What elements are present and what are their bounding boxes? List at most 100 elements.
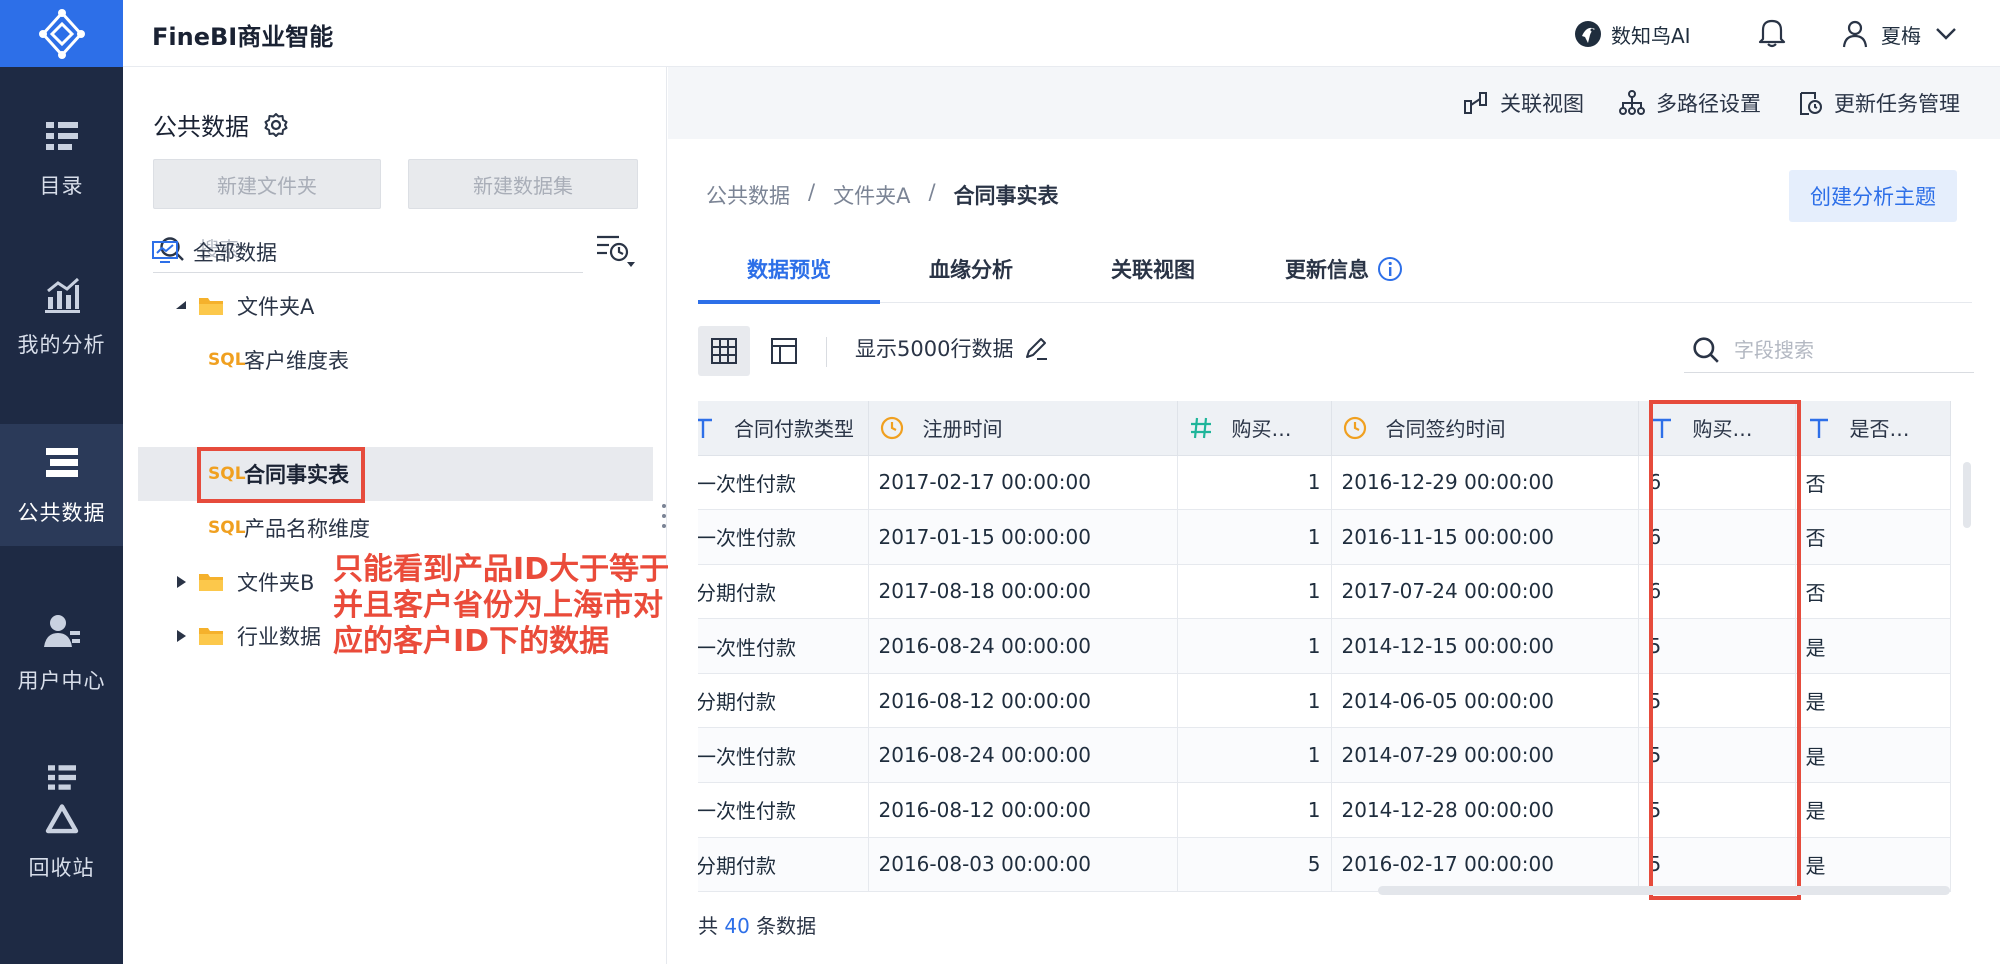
column-header[interactable]: 购买… (1177, 401, 1332, 456)
nav-label-user-center: 用户中心 (17, 669, 106, 693)
column-header[interactable]: 是否… (1795, 401, 1951, 456)
tab-update-info-label: 更新信息 (1285, 258, 1369, 282)
table-cell: 2016-02-17 00:00:00 (1331, 837, 1639, 893)
breadcrumb-folder[interactable]: 文件夹A (833, 180, 910, 210)
app-logo[interactable] (0, 0, 123, 67)
analysis-icon (44, 277, 80, 313)
table-cell: 2016-11-15 00:00:00 (1331, 509, 1639, 565)
nav-label-catalog: 目录 (39, 174, 84, 198)
relation-view-label: 关联视图 (1500, 92, 1584, 116)
text-type-icon (698, 418, 712, 438)
new-dataset-button[interactable]: 新建数据集 (408, 159, 638, 209)
field-search-input[interactable] (1734, 337, 1954, 362)
nav-item-my-analysis[interactable]: 我的分析 (0, 256, 123, 378)
column-header[interactable]: 合同付款类型 (698, 401, 869, 456)
sql-icon: SQL (208, 518, 246, 538)
task-clock-icon (1800, 92, 1822, 115)
logo-icon (38, 8, 85, 59)
table-cell: 2016-08-12 00:00:00 (868, 673, 1178, 729)
side-title: 公共数据 (153, 107, 289, 142)
nav-item-public-data[interactable]: 公共数据 (0, 424, 123, 546)
user-icon (1842, 20, 1868, 48)
annotation-line-1: 只能看到产品ID大于等于5 (333, 552, 690, 587)
clock-icon (880, 416, 903, 439)
table-cell: 2014-06-05 00:00:00 (1331, 673, 1639, 729)
table-cell: 6 (1638, 564, 1796, 620)
row-count-number: 40 (724, 914, 750, 938)
table-cell: 1 (1177, 509, 1332, 565)
nav-item-user-center[interactable]: 用户中心 (0, 592, 123, 714)
ai-assistant-button[interactable]: 数知鸟AI (1573, 14, 1691, 54)
nav-label-my-analysis: 我的分析 (17, 333, 106, 357)
sql-icon: SQL (208, 350, 246, 370)
vertical-scrollbar[interactable] (1963, 462, 1971, 528)
user-center-icon (43, 615, 80, 647)
edit-icon[interactable] (1023, 335, 1049, 361)
nav-item-recycle[interactable]: 回收站 (0, 760, 123, 882)
toolbar-divider (826, 337, 827, 367)
table-cell: 5 (1638, 837, 1796, 893)
table-cell: 2017-01-15 00:00:00 (868, 509, 1178, 565)
tab-relation-view[interactable]: 关联视图 (1062, 235, 1244, 303)
rows-display-setting[interactable]: 显示5000行数据 (855, 333, 1049, 363)
row-count-prefix: 共 (698, 914, 718, 938)
column-header[interactable]: 合同签约时间 (1331, 401, 1639, 456)
table-row: 一次性付款 2017-01-15 00:00:00 1 2016-11-15 0… (698, 509, 1951, 565)
column-header[interactable]: 购买… (1638, 401, 1796, 456)
layout-icon (771, 338, 797, 364)
layout-view-toggle[interactable] (758, 326, 810, 376)
horizontal-scrollbar[interactable] (1378, 886, 1950, 895)
tree-label-industry: 行业数据 (237, 625, 321, 649)
tree-item-product-dim[interactable]: SQL 产品名称维度 (123, 501, 653, 555)
annotation-text: 只能看到产品ID大于等于5 并且客户省份为上海市对 应的客户ID下的数据 (333, 552, 690, 660)
table-cell: 是 (1795, 618, 1951, 674)
recycle-icon (45, 804, 78, 834)
breadcrumb-root[interactable]: 公共数据 (706, 180, 790, 210)
new-folder-button[interactable]: 新建文件夹 (153, 159, 381, 209)
relation-view-button[interactable]: 关联视图 (1462, 85, 1584, 121)
table-cell: 5 (1638, 618, 1796, 674)
table-cell: 一次性付款 (698, 727, 869, 784)
breadcrumb: 公共数据 / 文件夹A / 合同事实表 (706, 180, 1059, 210)
table-cell: 2016-08-24 00:00:00 (868, 727, 1178, 784)
side-title-text: 公共数据 (153, 113, 249, 141)
tab-data-preview[interactable]: 数据预览 (698, 235, 880, 304)
hierarchy-icon (1619, 90, 1645, 115)
grid-view-toggle[interactable] (698, 326, 750, 376)
tree-item-folder-a[interactable]: 文件夹A (123, 279, 653, 333)
public-data-icon (45, 448, 78, 477)
list-icon (47, 765, 76, 790)
create-topic-button[interactable]: 创建分析主题 (1789, 170, 1957, 222)
multi-path-button[interactable]: 多路径设置 (1618, 85, 1761, 121)
tab-update-info[interactable]: 更新信息 (1244, 235, 1444, 303)
bird-icon (1575, 21, 1601, 47)
column-header[interactable]: 注册时间 (868, 401, 1178, 456)
bell-icon[interactable] (1757, 16, 1787, 48)
gear-icon[interactable] (263, 112, 289, 138)
info-icon[interactable] (1377, 256, 1403, 282)
table-cell: 2016-12-29 00:00:00 (1331, 455, 1639, 511)
table-cell: 6 (1638, 509, 1796, 565)
breadcrumb-sep: / (928, 180, 936, 204)
table-row: 一次性付款 2016-08-24 00:00:00 1 2014-07-29 0… (698, 727, 1951, 784)
data-preview-table: 合同付款类型 注册时间 购买… 合同签约时间 购买… 是否… 一次性付款 201… (698, 401, 1972, 947)
tree-label-folder-a: 文件夹A (237, 295, 315, 319)
tree-item-customer-dim[interactable]: SQL 客户维度表 (123, 333, 653, 387)
user-menu[interactable]: 夏梅 (1841, 14, 1957, 54)
brand-title: FineBI商业智能 (152, 23, 334, 51)
column-header-label: 合同付款类型 (734, 417, 854, 442)
table-cell: 5 (1638, 727, 1796, 784)
relation-icon (1464, 92, 1487, 114)
table-cell: 否 (1795, 509, 1951, 565)
tree-label-folder-b: 文件夹B (237, 571, 315, 595)
tree-item-all-data[interactable]: 全部数据 (123, 225, 653, 279)
top-header: FineBI商业智能 数知鸟AI 夏梅 (123, 0, 2000, 67)
nav-label-public-data: 公共数据 (17, 501, 106, 525)
tree-label-product-dim: 产品名称维度 (244, 517, 370, 541)
tab-lineage[interactable]: 血缘分析 (880, 235, 1062, 303)
table-cell: 1 (1177, 673, 1332, 729)
update-tasks-button[interactable]: 更新任务管理 (1796, 85, 1960, 121)
tree-label-all-data: 全部数据 (193, 241, 277, 265)
nav-item-catalog[interactable]: 目录 (0, 97, 123, 219)
table-cell: 5 (1638, 673, 1796, 729)
